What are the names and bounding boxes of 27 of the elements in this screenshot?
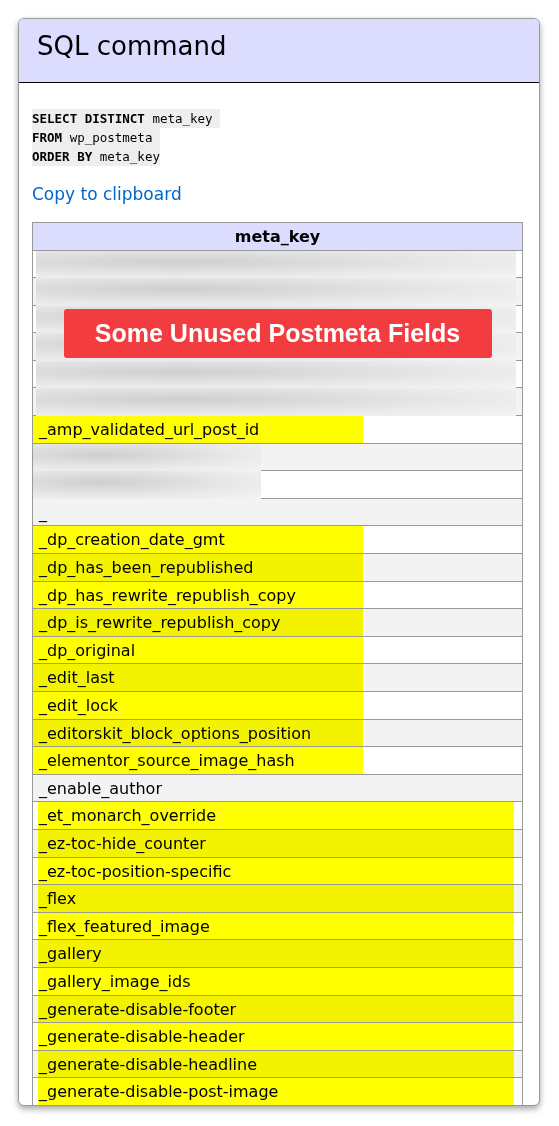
highlighted-cell: _generate-disable-headline: [38, 1050, 514, 1078]
banner: Some Unused Postmeta Fields: [63, 308, 492, 359]
highlighted-cell: _generate-disable-header: [38, 1023, 514, 1050]
highlighted-cell: _elementor_source_image_hash: [33, 747, 363, 774]
highlighted-cell: _edit_last: [33, 664, 363, 691]
highlighted-cell: _dp_creation_date_gmt: [33, 526, 363, 554]
highlighted-cell: _dp_has_been_republished: [33, 554, 363, 581]
table-cell-text: _enable_author: [38, 777, 163, 800]
highlighted-cell: _dp_original: [33, 636, 363, 664]
highlighted-cell: _ez-toc-position-specific: [38, 857, 514, 885]
copy-to-clipboard-link[interactable]: Copy to clipboard: [32, 182, 182, 208]
window-title: SQL command: [37, 31, 227, 61]
highlighted-cell: _generate-disable-footer: [38, 995, 514, 1023]
highlighted-cell: _edit_lock: [33, 692, 363, 719]
highlighted-cell: _et_monarch_override: [38, 802, 514, 829]
highlighted-cell: _generate-disable-post-image: [38, 1078, 514, 1105]
highlighted-cell: _dp_is_rewrite_republish_copy: [33, 609, 363, 636]
column-header: meta_key: [33, 222, 522, 251]
highlighted-cell: _flex_featured_image: [38, 912, 514, 940]
highlighted-cell: _gallery: [38, 940, 514, 967]
highlighted-cell: _amp_validated_url_post_id: [33, 416, 363, 443]
highlighted-cell: _ez-toc-hide_counter: [38, 829, 514, 857]
highlighted-cell: _dp_has_rewrite_republish_copy: [33, 581, 363, 609]
highlighted-cell: _flex: [38, 885, 514, 912]
highlighted-cell: _editorskit_block_options_position: [33, 719, 363, 747]
highlighted-cell: _gallery_image_ids: [38, 967, 514, 995]
table-cell-text: _: [38, 501, 48, 524]
